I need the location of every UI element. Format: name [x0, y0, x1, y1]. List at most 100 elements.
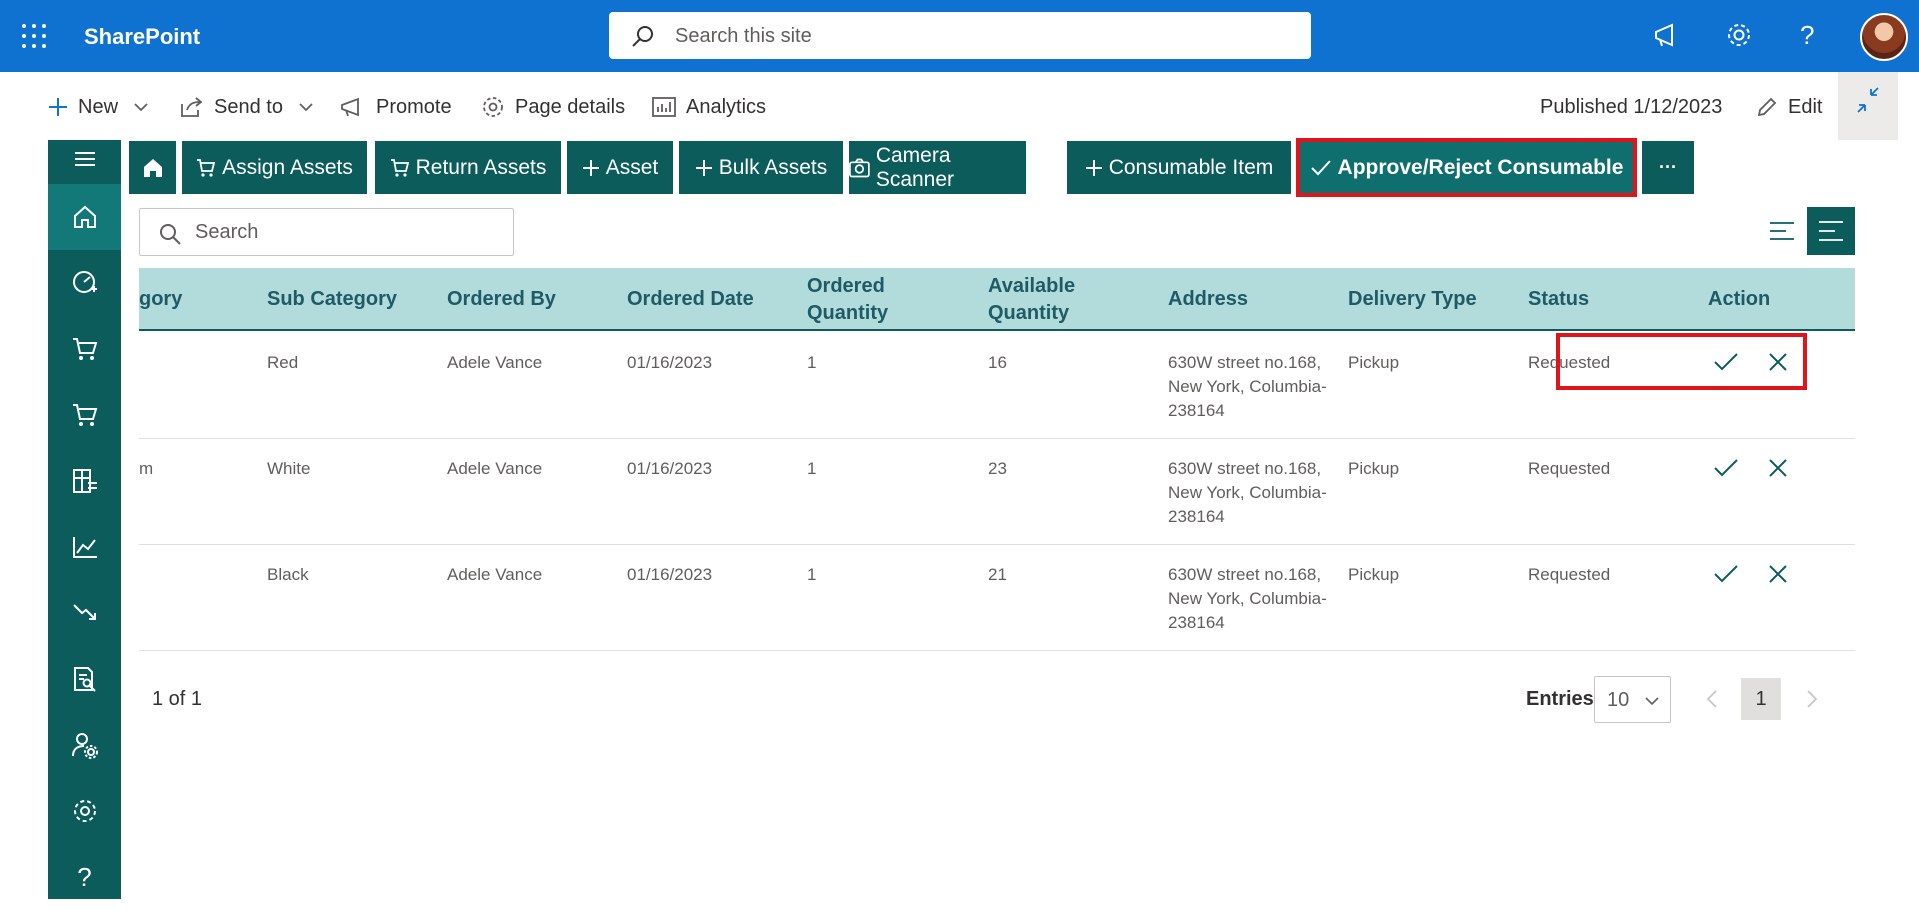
prev-page-button[interactable] — [1692, 678, 1732, 720]
published-status: Published 1/12/2023 — [1540, 92, 1722, 122]
checkmark-icon — [1310, 159, 1331, 175]
return-assets-button[interactable]: Return Assets — [375, 141, 561, 194]
column-available-quantity[interactable]: Available Quantity — [988, 268, 1128, 331]
column-delivery-type[interactable]: Delivery Type — [1348, 268, 1477, 331]
help-icon[interactable]: ? — [48, 844, 121, 910]
collapse-button[interactable] — [1838, 72, 1898, 140]
add-asset-button[interactable]: Asset — [567, 141, 673, 194]
promote-button[interactable]: Promote — [340, 92, 452, 122]
cell-status: Requested — [1528, 565, 1611, 584]
pencil-icon — [1757, 97, 1777, 117]
assign-assets-button[interactable]: Assign Assets — [182, 141, 367, 194]
cell-sub-category: White — [267, 459, 311, 478]
cell-ordered-date: 01/16/2023 — [627, 459, 713, 478]
cell-ordered-quantity: 1 — [807, 459, 817, 478]
more-icon: ··· — [1659, 157, 1677, 177]
cell-ordered-date: 01/16/2023 — [627, 353, 713, 372]
reject-button[interactable] — [1763, 559, 1793, 589]
approve-button[interactable] — [1711, 453, 1741, 483]
reject-button[interactable] — [1763, 453, 1793, 483]
cell-address: 630W street no.168, New York, Columbia-2… — [1168, 459, 1327, 526]
app-launcher-icon[interactable] — [22, 24, 48, 50]
analytics-icon — [652, 97, 676, 117]
page-details-button[interactable]: Page details — [481, 92, 625, 122]
cell-category: m — [139, 459, 154, 478]
list-search-placeholder: Search — [195, 221, 259, 243]
new-label: New — [78, 95, 119, 118]
approve-button[interactable] — [1711, 559, 1741, 589]
column-ordered-by[interactable]: Ordered By — [447, 268, 556, 331]
page-number-button[interactable]: 1 — [1741, 678, 1781, 720]
cell-ordered-by: Adele Vance — [447, 459, 543, 478]
site-search-box[interactable]: Search this site — [609, 12, 1311, 59]
next-page-button[interactable] — [1792, 678, 1832, 720]
column-sub-category[interactable]: Sub Category — [267, 268, 397, 331]
megaphone-icon[interactable] — [1652, 20, 1686, 54]
list-search-input[interactable]: Search — [139, 208, 514, 256]
camera-scanner-button[interactable]: Camera Scanner — [849, 141, 1026, 194]
cell-available-quantity: 23 — [988, 459, 1007, 478]
column-category[interactable]: gory — [139, 268, 182, 331]
list-view-button[interactable] — [1807, 207, 1855, 255]
cell-ordered-by: Adele Vance — [447, 565, 543, 584]
cell-delivery-type: Pickup — [1348, 459, 1400, 478]
column-status[interactable]: Status — [1528, 268, 1589, 331]
more-options-button[interactable]: ··· — [1642, 141, 1694, 194]
compact-view-button[interactable] — [1758, 207, 1806, 255]
column-ordered-date[interactable]: Ordered Date — [627, 268, 754, 331]
avatar[interactable] — [1860, 13, 1908, 61]
analytics-button[interactable]: Analytics — [652, 92, 766, 122]
cell-ordered-quantity: 1 — [807, 353, 817, 372]
brand-title[interactable]: SharePoint — [84, 24, 200, 50]
plus-icon — [1085, 159, 1102, 176]
settings-gear-icon[interactable] — [1724, 20, 1758, 54]
hamburger-menu-icon[interactable] — [48, 140, 121, 178]
chevron-down-icon — [134, 103, 148, 112]
entries-label: Entries — [1526, 688, 1594, 710]
assign-assets-label: Assign Assets — [222, 155, 353, 179]
edit-button[interactable]: Edit — [1756, 92, 1822, 122]
user-settings-icon[interactable] — [48, 712, 121, 778]
close-icon — [1769, 565, 1787, 583]
cell-address: 630W street no.168, New York, Columbia-2… — [1168, 565, 1327, 632]
promote-label: Promote — [376, 95, 452, 118]
column-ordered-quantity[interactable]: Ordered Quantity — [807, 268, 947, 331]
add-bulk-assets-button[interactable]: Bulk Assets — [679, 141, 843, 194]
cell-delivery-type: Pickup — [1348, 565, 1400, 584]
cell-status: Requested — [1528, 459, 1611, 478]
add-consumable-item-button[interactable]: Consumable Item — [1067, 141, 1291, 194]
report-search-icon[interactable] — [48, 646, 121, 712]
settings-gear-icon[interactable] — [48, 778, 121, 844]
approve-reject-consumable-button[interactable]: Approve/Reject Consumable — [1296, 138, 1637, 197]
return-assets-label: Return Assets — [415, 155, 547, 179]
plus-icon — [695, 159, 712, 176]
help-icon[interactable]: ? — [1800, 20, 1834, 54]
new-button[interactable]: New — [48, 92, 148, 122]
plus-icon — [49, 98, 67, 116]
column-address[interactable]: Address — [1168, 268, 1248, 331]
megaphone-icon — [341, 97, 359, 117]
entries-select[interactable]: 10 — [1594, 676, 1671, 723]
analytics-label: Analytics — [686, 95, 767, 118]
send-to-button[interactable]: Send to — [180, 92, 313, 122]
send-to-label: Send to — [214, 95, 283, 118]
camera-icon — [849, 158, 870, 177]
trend-down-icon[interactable] — [48, 580, 121, 646]
home-button[interactable] — [129, 141, 176, 194]
chevron-down-icon — [299, 103, 313, 112]
cell-available-quantity: 21 — [988, 565, 1007, 584]
cart-add-icon[interactable] — [48, 316, 121, 382]
cell-available-quantity: 16 — [988, 353, 1007, 372]
cart-icon[interactable] — [48, 382, 121, 448]
search-icon — [632, 26, 653, 47]
bulk-assets-label: Bulk Assets — [718, 155, 828, 179]
line-chart-icon[interactable] — [48, 514, 121, 580]
list-grid-icon[interactable] — [48, 448, 121, 514]
cart-icon — [197, 158, 216, 177]
entries-value: 10 — [1607, 689, 1630, 711]
list-view-icon — [1819, 221, 1843, 241]
published-label: Published 1/12/2023 — [1540, 95, 1723, 118]
plus-icon — [582, 159, 599, 176]
dashboard-gauge-icon[interactable] — [48, 250, 121, 316]
home-icon[interactable] — [48, 184, 121, 250]
